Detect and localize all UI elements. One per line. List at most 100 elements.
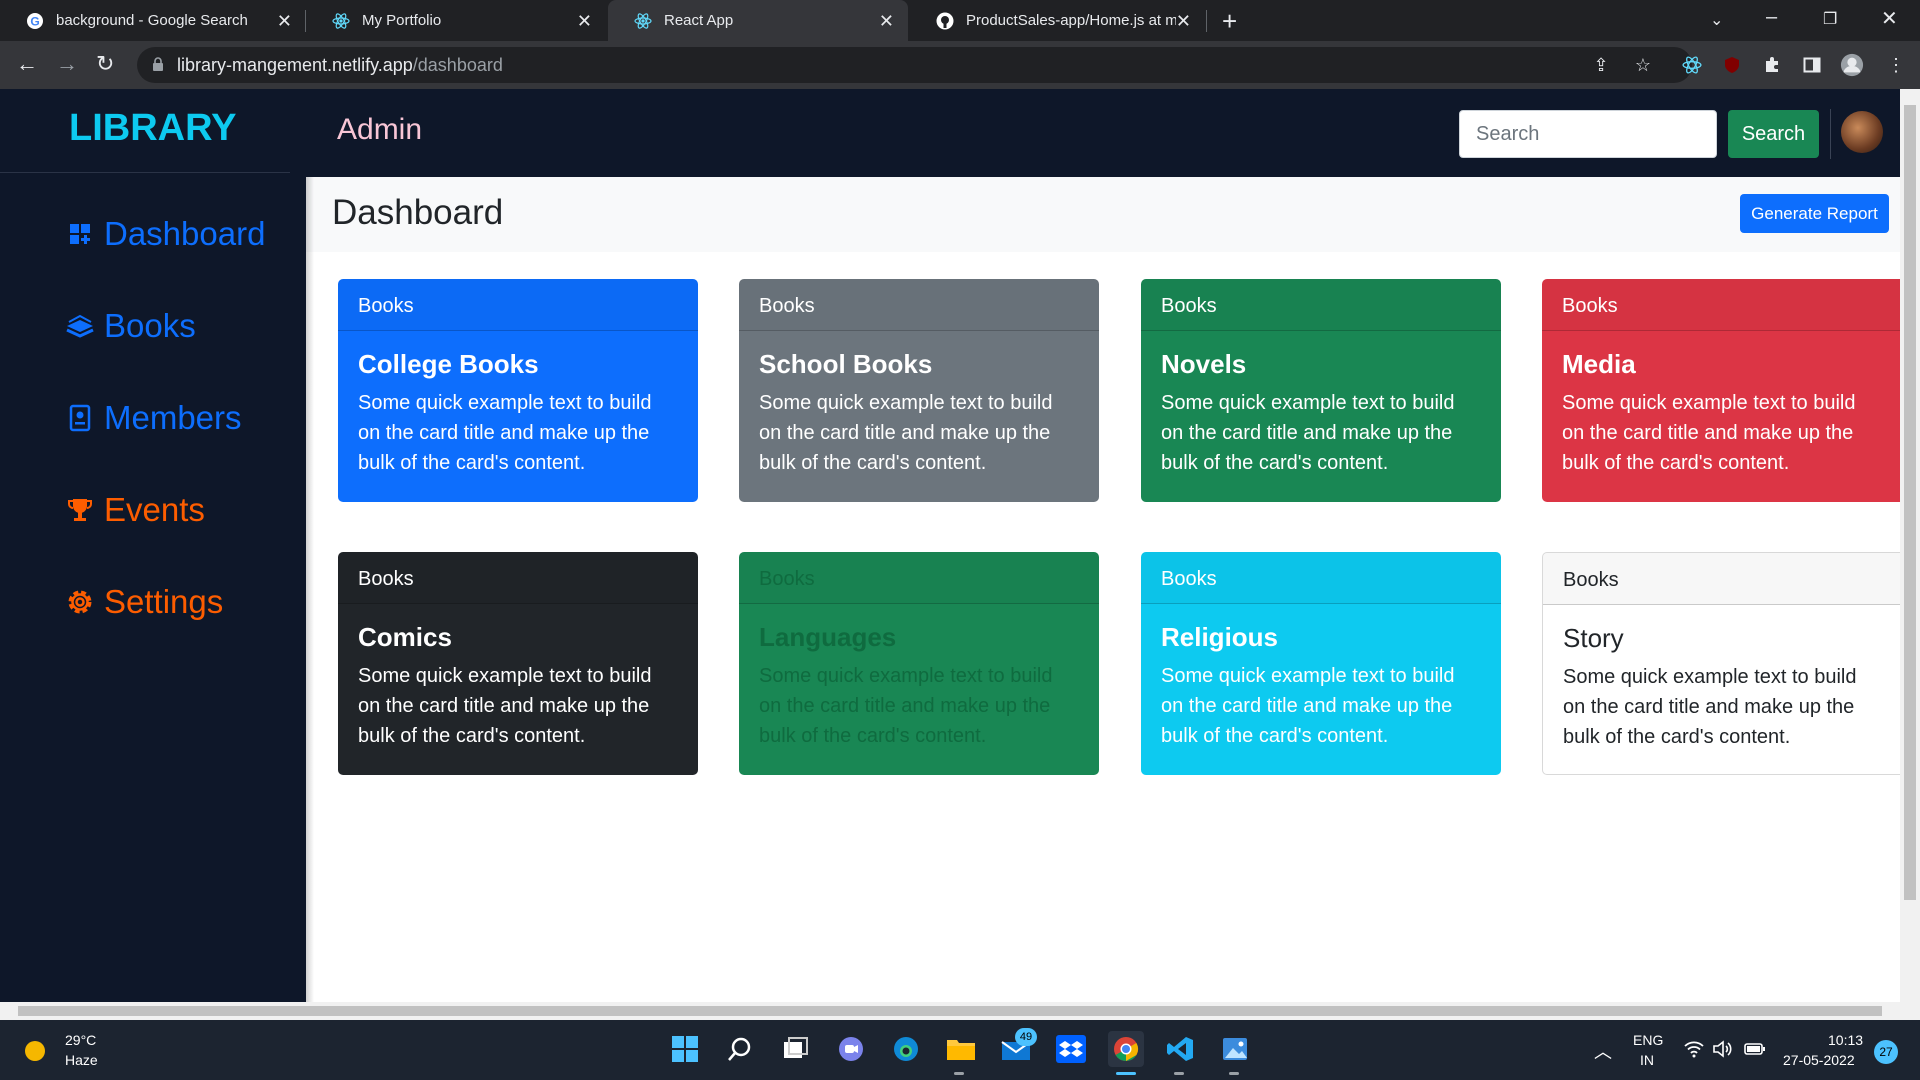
card-story[interactable]: Books Story Some quick example text to b… xyxy=(1542,552,1900,775)
sidebar-item-label: Members xyxy=(104,399,242,436)
sidebar-item-label: Books xyxy=(104,307,196,344)
card-religious[interactable]: Books Religious Some quick example text … xyxy=(1141,552,1501,775)
card-comics[interactable]: Books Comics Some quick example text to … xyxy=(338,552,698,775)
card-header: Books xyxy=(338,552,698,604)
sidebar-item-books[interactable]: Books xyxy=(64,307,196,345)
side-panel-icon[interactable] xyxy=(1800,53,1824,77)
photos-icon[interactable] xyxy=(1218,1032,1252,1066)
language-bottom[interactable]: IN xyxy=(1640,1052,1654,1068)
volume-icon[interactable] xyxy=(1712,1040,1732,1061)
card-college-books[interactable]: Books College Books Some quick example t… xyxy=(338,279,698,502)
content-shadow xyxy=(306,177,314,1002)
tab-separator xyxy=(1206,10,1207,32)
card-novels[interactable]: Books Novels Some quick example text to … xyxy=(1141,279,1501,502)
sidebar-item-members[interactable]: Members xyxy=(64,399,242,437)
generate-report-button[interactable]: Generate Report xyxy=(1740,194,1889,233)
weather-description[interactable]: Haze xyxy=(65,1052,98,1068)
card-header: Books xyxy=(338,279,698,331)
weather-sun-icon[interactable] xyxy=(22,1038,48,1064)
clock-time[interactable]: 10:13 xyxy=(1828,1032,1863,1048)
active-indicator xyxy=(1116,1072,1136,1075)
card-text: Some quick example text to build on the … xyxy=(1562,392,1856,474)
weather-temperature[interactable]: 29°C xyxy=(65,1032,96,1048)
profile-icon[interactable] xyxy=(1840,53,1864,77)
search-input[interactable] xyxy=(1459,110,1717,158)
browser-menu-icon[interactable]: ⋮ xyxy=(1884,53,1908,77)
card-header: Books xyxy=(739,552,1099,604)
card-title: Story xyxy=(1563,623,1624,653)
page-title: Dashboard xyxy=(332,193,504,232)
forward-icon[interactable]: → xyxy=(56,51,78,77)
browser-toolbar: ← → ↻ library-mangement.netlify.app/dash… xyxy=(0,41,1920,89)
avatar-divider xyxy=(1830,109,1831,159)
close-tab-icon[interactable]: ✕ xyxy=(577,11,592,32)
extensions-puzzle-icon[interactable] xyxy=(1760,53,1784,77)
card-text: Some quick example text to build on the … xyxy=(759,665,1053,747)
card-text: Some quick example text to build on the … xyxy=(1161,392,1455,474)
lock-icon[interactable] xyxy=(152,57,164,72)
teams-chat-icon[interactable] xyxy=(834,1032,868,1066)
card-title: School Books xyxy=(759,349,933,379)
restore-icon[interactable]: ❐ xyxy=(1823,9,1837,29)
card-title: Languages xyxy=(759,622,897,652)
language-top[interactable]: ENG xyxy=(1633,1032,1663,1048)
react-icon xyxy=(634,12,652,30)
search-button[interactable]: Search xyxy=(1728,110,1819,158)
close-tab-icon[interactable]: ✕ xyxy=(879,11,894,32)
back-icon[interactable]: ← xyxy=(16,51,38,77)
minimize-icon[interactable]: – xyxy=(1766,6,1777,29)
wifi-icon[interactable] xyxy=(1684,1040,1704,1061)
card-header: Books xyxy=(1542,279,1900,331)
close-tab-icon[interactable]: ✕ xyxy=(1176,11,1191,32)
new-tab-icon[interactable]: + xyxy=(1222,6,1237,37)
dashboard-icon xyxy=(64,218,96,250)
start-windows-icon[interactable] xyxy=(668,1032,702,1066)
tab-search-chevron-icon[interactable]: ⌄ xyxy=(1710,10,1723,30)
card-languages[interactable]: Books Languages Some quick example text … xyxy=(739,552,1099,775)
sidebar-item-events[interactable]: Events xyxy=(64,491,205,529)
role-label: Admin xyxy=(337,113,423,146)
ublock-icon[interactable] xyxy=(1720,53,1744,77)
brand-divider xyxy=(0,172,290,173)
search-icon[interactable] xyxy=(723,1032,757,1066)
tab-title: My Portfolio xyxy=(362,12,442,29)
books-icon xyxy=(64,310,96,342)
tray-overflow-chevron-icon[interactable]: ︿ xyxy=(1594,1038,1612,1064)
tab-my-portfolio[interactable]: My Portfolio ✕ xyxy=(306,0,606,41)
tab-title: ProductSales-app/Home.js at ma xyxy=(966,12,1176,29)
url-text[interactable]: library-mangement.netlify.app/dashboard xyxy=(177,55,503,76)
card-title: Novels xyxy=(1161,349,1247,379)
card-body: Media Some quick example text to build o… xyxy=(1542,331,1900,478)
notification-badge[interactable]: 27 xyxy=(1874,1040,1898,1064)
file-explorer-icon[interactable] xyxy=(944,1032,978,1066)
dropbox-icon[interactable] xyxy=(1054,1032,1088,1066)
share-icon[interactable]: ⇪ xyxy=(1589,53,1613,77)
clock-date[interactable]: 27-05-2022 xyxy=(1783,1052,1855,1068)
sidebar-item-settings[interactable]: Settings xyxy=(64,583,223,621)
trophy-icon xyxy=(64,494,96,526)
card-title: College Books xyxy=(358,349,539,379)
github-icon xyxy=(936,12,954,30)
close-tab-icon[interactable]: ✕ xyxy=(277,11,292,32)
edge-icon[interactable] xyxy=(889,1032,923,1066)
chrome-icon[interactable] xyxy=(1108,1031,1144,1067)
react-devtools-icon[interactable] xyxy=(1680,53,1704,77)
tab-react-app[interactable]: React App ✕ xyxy=(608,0,908,41)
tab-title: background - Google Search xyxy=(56,12,248,29)
close-window-icon[interactable]: ✕ xyxy=(1881,6,1898,31)
vscode-icon[interactable] xyxy=(1163,1032,1197,1066)
tab-google-search[interactable]: G background - Google Search ✕ xyxy=(0,0,306,41)
card-body: Languages Some quick example text to bui… xyxy=(739,604,1099,751)
brand-logo[interactable]: LIBRARY xyxy=(69,107,236,150)
card-school-books[interactable]: Books School Books Some quick example te… xyxy=(739,279,1099,502)
tab-github[interactable]: ProductSales-app/Home.js at ma ✕ xyxy=(910,0,1205,41)
bookmark-star-icon[interactable]: ☆ xyxy=(1631,53,1655,77)
card-media[interactable]: Books Media Some quick example text to b… xyxy=(1542,279,1900,502)
battery-icon[interactable] xyxy=(1744,1042,1766,1059)
avatar[interactable] xyxy=(1841,111,1883,153)
reload-icon[interactable]: ↻ xyxy=(96,51,114,77)
horizontal-scrollbar-thumb[interactable] xyxy=(18,1006,1882,1016)
task-view-icon[interactable] xyxy=(779,1032,813,1066)
vertical-scrollbar-thumb[interactable] xyxy=(1904,105,1916,900)
sidebar-item-dashboard[interactable]: Dashboard xyxy=(64,215,265,253)
